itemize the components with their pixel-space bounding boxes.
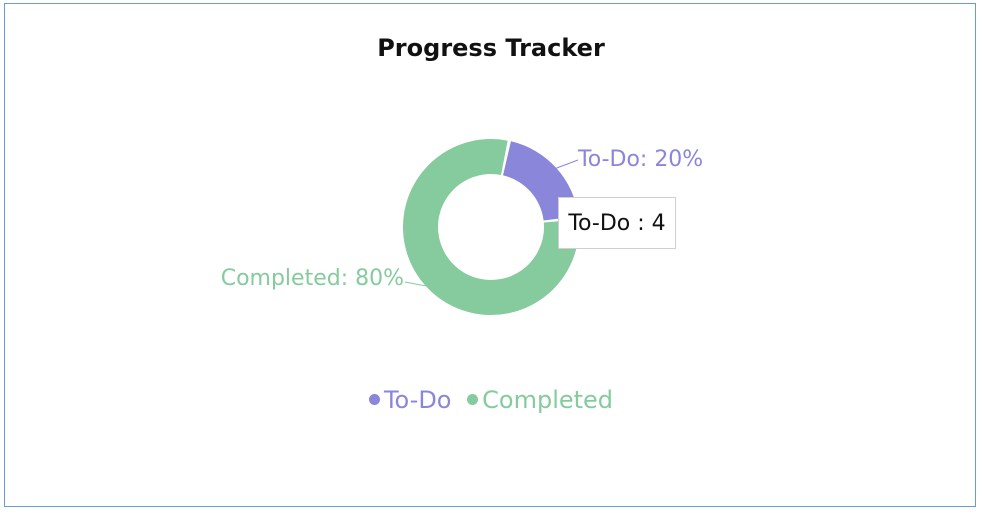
legend-item-completed[interactable]: Completed — [467, 386, 613, 414]
donut-chart: To-Do: 20% Completed: 80% — [221, 139, 703, 315]
legend-marker-completed — [467, 394, 479, 405]
leader-line-0 — [556, 159, 579, 169]
slice-label-completed: Completed: 80% — [221, 266, 404, 291]
slice-label-todo: To-Do: 20% — [577, 147, 703, 172]
chart-tooltip: To-Do : 4 — [558, 197, 676, 249]
donut-slices — [403, 139, 580, 315]
chart-legend: To-Do Completed — [0, 383, 982, 414]
legend-marker-todo — [368, 394, 380, 405]
legend-item-todo[interactable]: To-Do — [368, 385, 452, 414]
legend-label-todo: To-Do — [383, 385, 452, 414]
leader-line-1 — [404, 281, 426, 287]
legend-label-completed: Completed — [482, 385, 614, 414]
